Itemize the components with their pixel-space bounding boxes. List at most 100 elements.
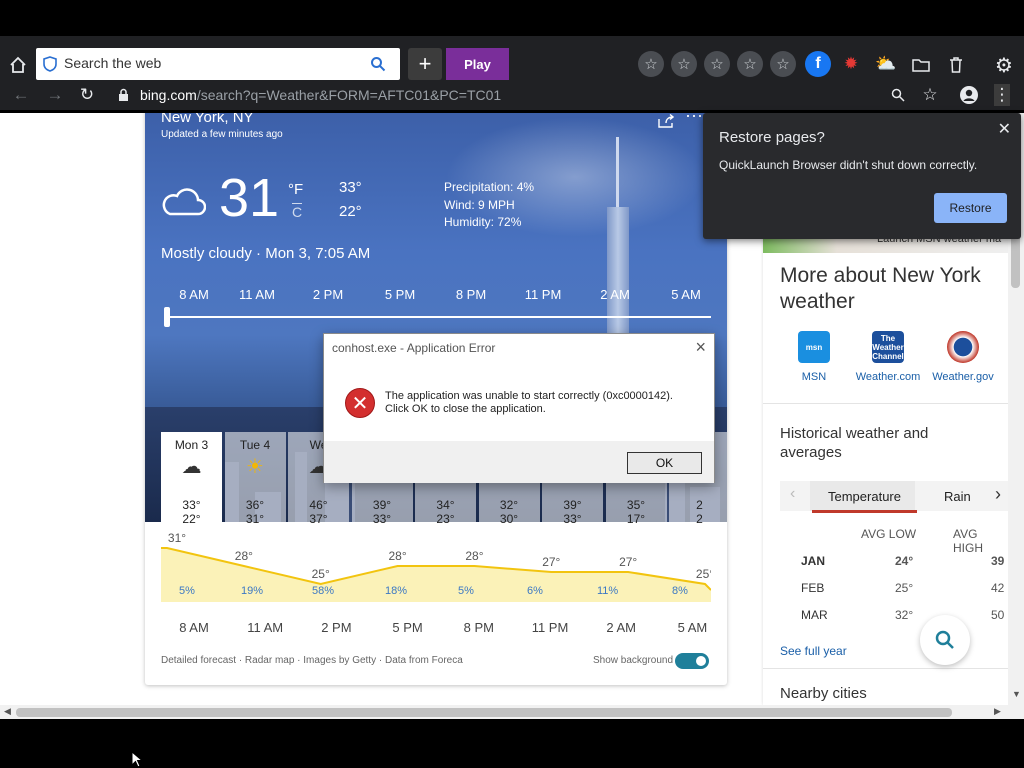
col-avg-low: AVG LOW (861, 527, 917, 541)
timeline-hour-label[interactable]: 5 AM (656, 287, 716, 302)
play-button[interactable]: Play (446, 48, 509, 80)
restore-button[interactable]: Restore (934, 193, 1007, 223)
favorite-star-icon[interactable]: ☆ (770, 51, 796, 77)
error-message: The application was unable to start corr… (385, 390, 673, 416)
day-high: 33° (182, 498, 201, 512)
horizontal-scroll-thumb[interactable] (16, 708, 952, 717)
menu-kebab-icon[interactable]: ⋮ (994, 84, 1011, 106)
folder-icon[interactable] (910, 53, 932, 75)
profile-icon[interactable] (958, 84, 980, 106)
favorite-star-icon[interactable]: ☆ (737, 51, 763, 77)
hourly-temp-label: 28° (465, 549, 483, 563)
trash-icon[interactable] (945, 53, 967, 75)
share-icon[interactable] (655, 113, 677, 131)
scroll-down-arrow-icon[interactable]: ▼ (1012, 689, 1021, 699)
timeline-hour-label[interactable]: 8 AM (164, 287, 224, 302)
unit-f[interactable]: °F (288, 181, 303, 198)
favorite-star-icon[interactable]: ☆ (671, 51, 697, 77)
source-weather-com[interactable]: The Weather Channel Weather.com (853, 331, 923, 383)
avg-high-value: 50 (991, 608, 1005, 622)
weather-icon[interactable]: ⛅ (875, 53, 897, 75)
bookmark-star-icon[interactable]: ☆ (920, 85, 940, 105)
timeline-slider-handle[interactable] (164, 307, 170, 327)
error-line-1: The application was unable to start corr… (385, 390, 673, 402)
add-button[interactable]: + (408, 48, 442, 80)
day-name: Tue 4 (239, 438, 271, 452)
timeline-hour-label[interactable]: 11 AM (227, 287, 287, 302)
historical-title: Historical weather and averages (780, 425, 929, 461)
hourly-temp-label: 27° (542, 555, 560, 569)
current-temp: 31 (219, 168, 280, 228)
tab-temperature[interactable]: Temperature (812, 489, 917, 513)
facebook-icon[interactable]: f (805, 51, 831, 77)
tabs-next-icon[interactable]: › (995, 484, 1001, 505)
search-icon[interactable] (368, 54, 388, 74)
precip-label: 6% (527, 585, 543, 597)
more-options-icon[interactable]: ··· (685, 113, 703, 126)
precip-label: 5% (458, 585, 474, 597)
ok-button[interactable]: OK (627, 452, 702, 474)
horizontal-scrollbar[interactable]: ◀ ▶ (0, 705, 1024, 719)
day-tab[interactable]: Tue 4 ☀ 36° 31° (224, 432, 286, 526)
scroll-left-arrow-icon[interactable]: ◀ (4, 706, 11, 717)
favorite-star-icon[interactable]: ☆ (704, 51, 730, 77)
source-label: Weather.gov (932, 371, 994, 383)
divider (763, 668, 1008, 669)
timeline-hour-label[interactable]: 5 PM (370, 287, 430, 302)
hourly-temp-label: 25° (312, 567, 330, 581)
chart-hour-label: 8 PM (463, 620, 494, 635)
avg-high-value: 42 (991, 581, 1005, 595)
chart-hour-label: 2 PM (321, 620, 352, 635)
error-line-2: Click OK to close the application. (385, 403, 546, 415)
day-high: 2 (696, 498, 703, 512)
divider (763, 403, 1008, 404)
source-weather-gov[interactable]: Weather.gov (928, 331, 998, 383)
search-box[interactable]: Search the web (36, 48, 400, 80)
tab-rain[interactable]: Rain (944, 489, 971, 504)
day-name: Mon 3 (174, 438, 209, 452)
back-arrow-icon[interactable]: ← (10, 85, 32, 105)
footer-links[interactable]: Detailed forecast · Radar map · Images b… (161, 655, 463, 666)
unit-c[interactable]: C (292, 203, 303, 220)
bug-icon[interactable]: ✹ (840, 53, 862, 75)
lock-icon (116, 87, 130, 103)
precip-label: 5% (179, 585, 195, 597)
close-icon[interactable]: × (695, 337, 706, 358)
day-high: 46° (309, 498, 328, 512)
day-high: 36° (245, 498, 265, 512)
day-high: 35° (626, 498, 646, 512)
url-field[interactable]: bing.com/search?q=Weather&FORM=AFTC01&PC… (140, 87, 501, 103)
timeline-hour-label[interactable]: 11 PM (513, 287, 573, 302)
wind: Wind: 9 MPH (444, 198, 515, 212)
hourly-temp-label: 28° (388, 549, 406, 563)
day-high: 39° (372, 498, 392, 512)
floating-search-button[interactable] (920, 615, 970, 665)
show-background-toggle[interactable] (675, 653, 709, 669)
dialog-title: conhost.exe - Application Error (332, 341, 496, 355)
timeline-hour-label[interactable]: 2 AM (585, 287, 645, 302)
location-title[interactable]: New York, NY (161, 113, 254, 126)
source-msn[interactable]: msn MSN (779, 331, 849, 383)
day-tab[interactable]: Mon 3 ☁ 33° 22° (161, 432, 222, 526)
cloud-icon: ☁ (181, 456, 202, 478)
timeline-hour-label[interactable]: 8 PM (441, 287, 501, 302)
forward-arrow-icon[interactable]: → (44, 85, 66, 105)
restore-title: Restore pages? (719, 129, 825, 146)
noaa-logo-icon (947, 331, 979, 363)
precip-label: 18% (385, 585, 408, 597)
reload-icon[interactable]: ↻ (76, 85, 98, 105)
scroll-right-arrow-icon[interactable]: ▶ (994, 706, 1001, 717)
favorite-star-icon[interactable]: ☆ (638, 51, 664, 77)
tabs-prev-icon[interactable]: ‹ (790, 485, 795, 503)
precip-label: 58% (312, 585, 335, 597)
home-icon[interactable] (6, 53, 30, 77)
see-full-year-link[interactable]: See full year (780, 644, 847, 658)
zoom-icon[interactable] (888, 85, 908, 105)
vertical-scroll-thumb[interactable] (1011, 233, 1020, 288)
timeline-hour-label[interactable]: 2 PM (298, 287, 358, 302)
close-icon[interactable]: ✕ (998, 119, 1011, 139)
settings-gear-icon[interactable]: ⚙ (992, 53, 1016, 77)
weather-channel-logo-icon: The Weather Channel (872, 331, 904, 363)
chart-hour-label: 2 AM (606, 620, 636, 635)
chart-hour-label: 11 PM (531, 620, 569, 635)
